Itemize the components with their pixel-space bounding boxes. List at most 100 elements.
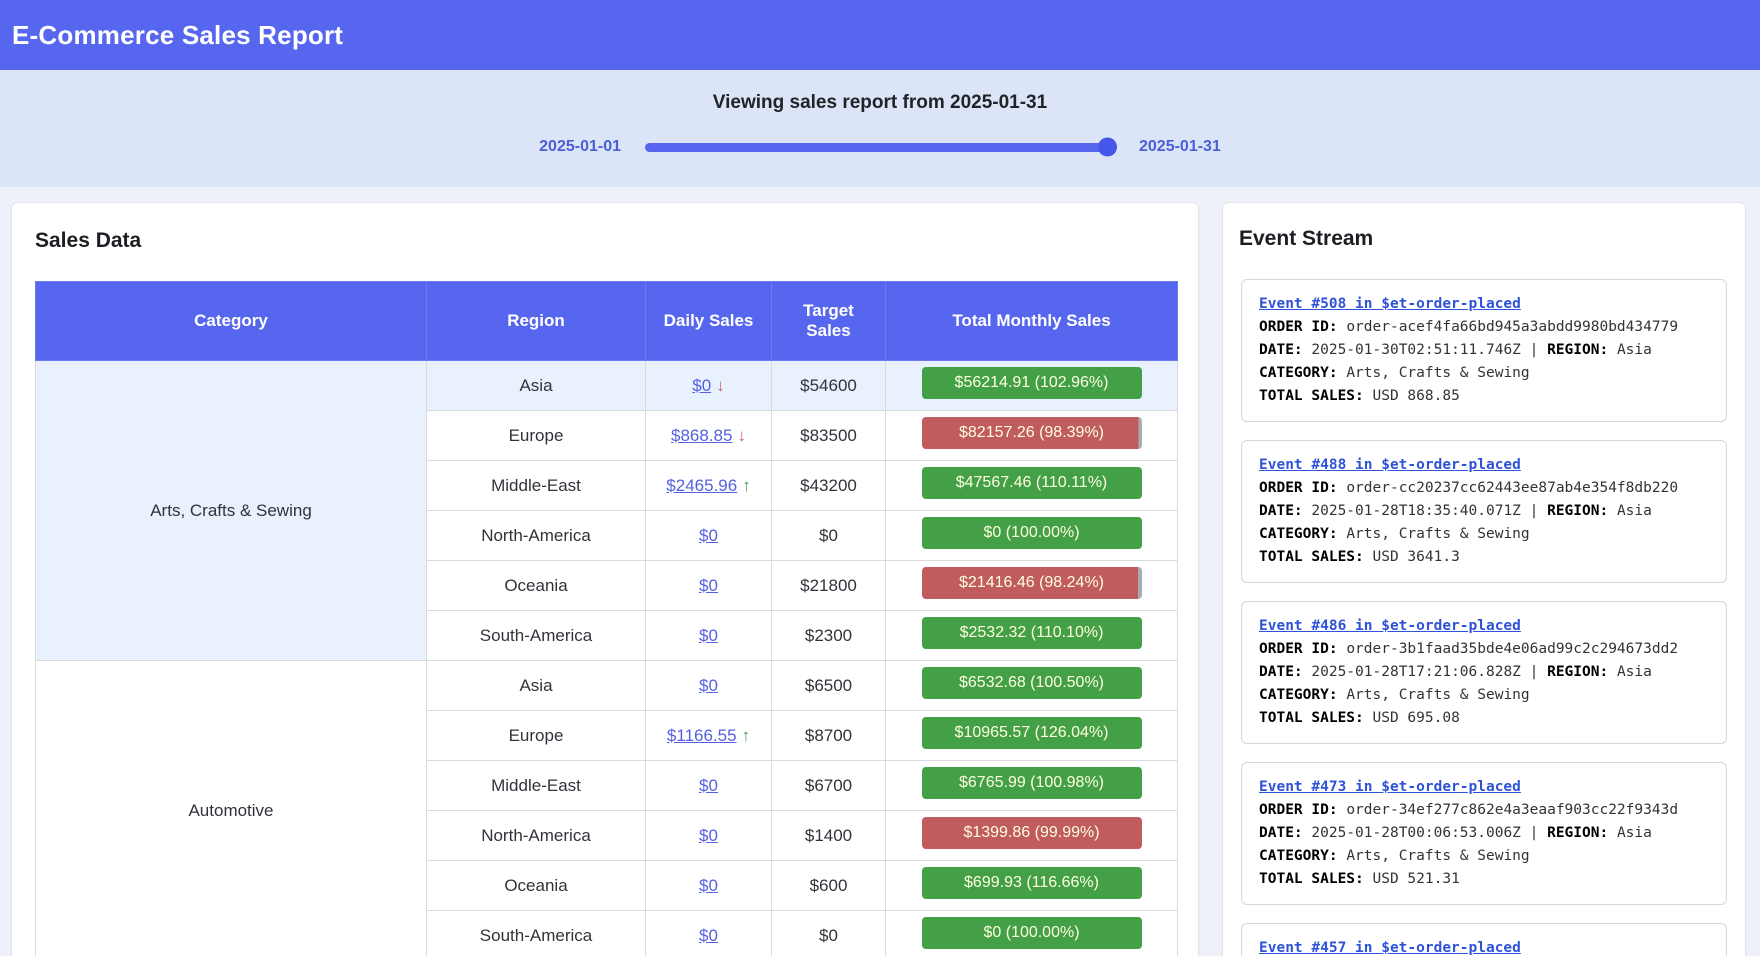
app-header: E-Commerce Sales Report [0,0,1760,70]
region-cell: Middle-East [427,761,646,811]
monthly-sales-progress: $0 (100.00%) [922,517,1142,549]
date-region-line: DATE: 2025-01-30T02:51:11.746Z | REGION:… [1259,339,1709,362]
total-monthly-sales-cell: $0 (100.00%) [886,511,1178,561]
monthly-sales-progress: $699.93 (116.66%) [922,867,1142,899]
total-monthly-sales-cell: $21416.46 (98.24%) [886,561,1178,611]
region-label: REGION: [1547,825,1617,841]
daily-sales-link[interactable]: $0 [699,826,718,845]
daily-sales-cell: $0 ↓ [646,361,772,411]
date-label: DATE: [1259,825,1311,841]
monthly-sales-progress: $47567.46 (110.11%) [922,467,1142,499]
region-cell: North-America [427,511,646,561]
event-link[interactable]: Event #508 in $et-order-placed [1259,296,1521,312]
total-monthly-sales-cell: $56214.91 (102.96%) [886,361,1178,411]
target-sales-cell: $83500 [772,411,886,461]
total-sales-line: TOTAL SALES: USD 695.08 [1259,707,1709,730]
date-region-line: DATE: 2025-01-28T00:06:53.006Z | REGION:… [1259,822,1709,845]
column-header-total-monthly-sales: Total Monthly Sales [886,282,1178,361]
column-header-category: Category [36,282,427,361]
region-cell: Oceania [427,861,646,911]
trend-up-icon: ↑ [742,476,751,495]
trend-down-icon: ↓ [716,376,725,395]
target-sales-cell: $1400 [772,811,886,861]
region-cell: Oceania [427,561,646,611]
daily-sales-link[interactable]: $1166.55 [667,726,737,745]
daily-sales-cell: $0 [646,861,772,911]
column-header-region: Region [427,282,646,361]
total-monthly-sales-cell: $6765.99 (100.98%) [886,761,1178,811]
daily-sales-cell: $0 [646,761,772,811]
target-sales-cell: $8700 [772,711,886,761]
date-region-line: DATE: 2025-01-28T17:21:06.828Z | REGION:… [1259,661,1709,684]
sales-data-heading: Sales Data [35,229,1175,253]
order-id-label: ORDER ID: [1259,319,1346,335]
daily-sales-link[interactable]: $0 [692,376,711,395]
category-label: CATEGORY: [1259,848,1346,864]
order-id-line: ORDER ID: order-34ef277c862e4a3eaaf903cc… [1259,799,1709,822]
daily-sales-link[interactable]: $868.85 [671,426,732,445]
date-range-slider[interactable] [645,143,1115,152]
event-card-title-line: Event #457 in $et-order-placed [1259,937,1709,956]
daily-sales-cell: $0 [646,511,772,561]
region-cell: South-America [427,611,646,661]
total-monthly-sales-cell: $2532.32 (110.10%) [886,611,1178,661]
daily-sales-link[interactable]: $0 [699,926,718,945]
event-stream-panel: Event Stream Event #508 in $et-order-pla… [1222,202,1746,956]
total-sales-label: TOTAL SALES: [1259,388,1373,404]
region-cell: Europe [427,711,646,761]
total-monthly-sales-cell: $0 (100.00%) [886,911,1178,956]
event-card-title-line: Event #488 in $et-order-placed [1259,454,1709,477]
event-link[interactable]: Event #457 in $et-order-placed [1259,940,1521,956]
event-link[interactable]: Event #486 in $et-order-placed [1259,618,1521,634]
category-cell: Automotive [36,661,427,956]
daily-sales-link[interactable]: $0 [699,676,718,695]
trend-down-icon: ↓ [737,426,746,445]
daily-sales-link[interactable]: $0 [699,576,718,595]
event-card-title-line: Event #508 in $et-order-placed [1259,293,1709,316]
slider-title: Viewing sales report from 2025-01-31 [0,92,1760,114]
date-filter-section: Viewing sales report from 2025-01-31 202… [0,70,1760,187]
total-monthly-sales-cell: $10965.57 (126.04%) [886,711,1178,761]
daily-sales-cell: $0 [646,911,772,956]
order-id-line: ORDER ID: order-acef4fa66bd945a3abdd9980… [1259,316,1709,339]
total-sales-label: TOTAL SALES: [1259,710,1373,726]
category-line: CATEGORY: Arts, Crafts & Sewing [1259,845,1709,868]
total-sales-line: TOTAL SALES: USD 521.31 [1259,868,1709,891]
monthly-sales-progress: $21416.46 (98.24%) [922,567,1142,599]
slider-min-label: 2025-01-01 [539,138,621,156]
event-card-title-line: Event #473 in $et-order-placed [1259,776,1709,799]
date-label: DATE: [1259,664,1311,680]
daily-sales-link[interactable]: $0 [699,876,718,895]
daily-sales-cell: $0 [646,561,772,611]
event-link[interactable]: Event #473 in $et-order-placed [1259,779,1521,795]
daily-sales-cell: $0 [646,811,772,861]
date-label: DATE: [1259,342,1311,358]
trend-up-icon: ↑ [742,726,751,745]
event-card: Event #508 in $et-order-placed ORDER ID: … [1241,279,1727,422]
monthly-sales-progress: $0 (100.00%) [922,917,1142,949]
event-link[interactable]: Event #488 in $et-order-placed [1259,457,1521,473]
monthly-sales-progress: $82157.26 (98.39%) [922,417,1142,449]
table-header-row: Category Region Daily Sales Target Sales… [36,282,1178,361]
daily-sales-cell: $0 [646,611,772,661]
daily-sales-link[interactable]: $0 [699,776,718,795]
total-monthly-sales-cell: $6532.68 (100.50%) [886,661,1178,711]
category-label: CATEGORY: [1259,687,1346,703]
daily-sales-cell: $0 [646,661,772,711]
target-sales-cell: $6700 [772,761,886,811]
region-cell: Europe [427,411,646,461]
daily-sales-cell: $868.85 ↓ [646,411,772,461]
total-sales-line: TOTAL SALES: USD 868.85 [1259,385,1709,408]
target-sales-cell: $0 [772,511,886,561]
date-region-line: DATE: 2025-01-28T18:35:40.071Z | REGION:… [1259,500,1709,523]
category-line: CATEGORY: Arts, Crafts & Sewing [1259,362,1709,385]
daily-sales-link[interactable]: $2465.96 [666,476,737,495]
daily-sales-link[interactable]: $0 [699,626,718,645]
slider-thumb[interactable] [1098,138,1117,157]
event-card-title-line: Event #486 in $et-order-placed [1259,615,1709,638]
sales-table: Category Region Daily Sales Target Sales… [35,281,1178,956]
region-cell: North-America [427,811,646,861]
daily-sales-link[interactable]: $0 [699,526,718,545]
order-id-label: ORDER ID: [1259,480,1346,496]
category-cell: Arts, Crafts & Sewing [36,361,427,661]
